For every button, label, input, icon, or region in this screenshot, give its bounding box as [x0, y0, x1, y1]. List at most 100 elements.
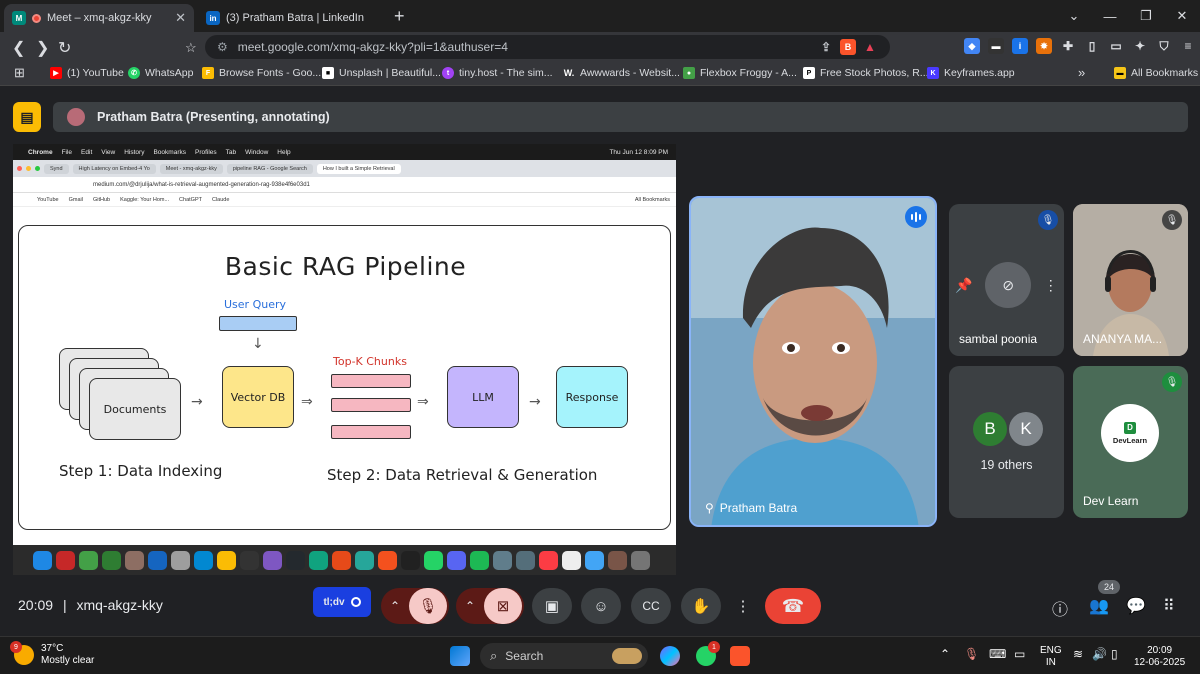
menu-icon[interactable]: ≡ — [1180, 38, 1196, 54]
keyframes-icon: K — [927, 67, 939, 79]
presenter-label: Pratham Batra (Presenting, annotating) — [97, 110, 330, 124]
more-options-icon[interactable]: ⋮ — [1044, 277, 1058, 294]
brave-icon[interactable] — [730, 646, 750, 666]
participant-video — [691, 198, 935, 525]
clock[interactable]: 20:09 12-06-2025 — [1134, 645, 1185, 669]
bookmark-awwwards[interactable]: W. Awwwards - Websit... — [563, 67, 680, 79]
bookmark-whatsapp[interactable]: ✆ WhatsApp — [128, 67, 193, 79]
battery-status-icon[interactable]: ▯ — [1111, 648, 1118, 660]
whatsapp-icon[interactable]: 1 — [696, 641, 720, 666]
extensions-puzzle-icon[interactable]: ✚ — [1060, 38, 1076, 54]
brave-shield-icon[interactable]: B — [840, 39, 856, 55]
vpn-icon[interactable]: ⛉ — [1156, 38, 1172, 54]
camera-control[interactable]: ⌃ ⊠ — [456, 588, 524, 624]
participant-name: ⚲ Pratham Batra — [705, 501, 797, 515]
messages-icon — [79, 550, 98, 570]
tab-meet[interactable]: M Meet – xmq-akgz-kky ✕ — [4, 4, 194, 32]
forward-icon[interactable]: ❯ — [36, 38, 49, 58]
inner-bookmark: YouTube — [37, 196, 59, 203]
mic-in-use-icon[interactable]: 🎙 — [964, 648, 979, 660]
extension-icon[interactable]: ▬ — [988, 38, 1004, 54]
extension-icon[interactable]: ✸ — [1036, 38, 1052, 54]
people-icon[interactable]: 👥 — [1089, 596, 1109, 616]
menu-item: Tab — [225, 148, 237, 156]
new-tab-button[interactable]: + — [394, 6, 405, 27]
wallet-icon[interactable]: ▭ — [1108, 38, 1124, 54]
taskbar-search[interactable]: ⌕ Search — [480, 643, 648, 669]
wifi-icon[interactable]: ≋ — [1073, 648, 1083, 660]
keyboard-icon[interactable]: ⌨ — [989, 648, 1006, 660]
extension-icon[interactable]: i — [1012, 38, 1028, 54]
more-options-icon[interactable]: ⋮ — [728, 588, 758, 624]
bookmark-google-fonts[interactable]: F Browse Fonts - Goo... — [202, 67, 321, 79]
tldv-button[interactable]: tl;dv — [313, 587, 371, 617]
weather-widget[interactable]: 9 37°C Mostly clear — [10, 641, 94, 667]
hide-tile-icon[interactable]: ⊘ — [985, 262, 1032, 308]
inner-tab: How I built a Simple Retrieval — [316, 163, 401, 174]
all-bookmarks-folder[interactable]: ▬ All Bookmarks — [1114, 67, 1198, 79]
mic-off-icon[interactable]: 🎙 — [409, 588, 447, 624]
site-info-icon[interactable]: ⚙ — [217, 40, 228, 54]
chat-icon[interactable]: 💬 — [1126, 596, 1146, 616]
app-icon — [355, 550, 374, 570]
participant-tile[interactable]: 🎙 D DevLearn Dev Learn — [1073, 366, 1188, 518]
mic-off-icon: 🎙 — [1038, 210, 1058, 230]
participant-tile[interactable]: 🎙 📌 ⊘ ⋮ sambal poonia — [949, 204, 1064, 356]
user-query-box — [219, 316, 297, 331]
minimize-icon[interactable]: — — [1092, 9, 1128, 24]
leo-ai-icon[interactable]: ✦ — [1132, 38, 1148, 54]
app-icon — [401, 550, 420, 570]
sidebar-icon[interactable]: ▯ — [1084, 38, 1100, 54]
camera-off-icon[interactable]: ⊠ — [484, 588, 522, 624]
close-window-icon[interactable]: ✕ — [1164, 8, 1200, 24]
participant-tile[interactable]: 🎙 ANANYA MA... — [1073, 204, 1188, 356]
tab-search-icon[interactable]: ⌄ — [1056, 8, 1092, 24]
address-bar[interactable]: ⚙ meet.google.com/xmq-akgz-kky?pli=1&aut… — [205, 35, 890, 59]
safari-icon — [194, 550, 213, 570]
bookmark-unsplash[interactable]: ■ Unsplash | Beautiful... — [322, 67, 441, 79]
share-icon[interactable]: ⇪ — [818, 39, 834, 55]
presentation-icon[interactable]: ▤ — [13, 102, 41, 132]
meeting-details-icon[interactable]: ⓘ — [1052, 596, 1068, 620]
tab-close-icon[interactable]: ✕ — [175, 10, 186, 26]
window-controls: ⌄ — ❐ ✕ — [1056, 0, 1200, 32]
end-call-button[interactable]: ☎ — [765, 588, 821, 624]
tray-overflow-icon[interactable]: ⌃ — [940, 648, 950, 660]
bookmark-tinyhost[interactable]: t tiny.host - The sim... — [442, 67, 553, 79]
chevron-up-icon[interactable]: ⌃ — [381, 599, 409, 613]
bookmark-star-icon[interactable]: ☆ — [185, 40, 197, 56]
bookmark-pexels[interactable]: P Free Stock Photos, R... — [803, 67, 929, 79]
present-button[interactable]: ▣ — [532, 588, 572, 624]
bookmark-youtube[interactable]: ▶ (1) YouTube — [50, 67, 124, 79]
reload-icon[interactable]: ↻ — [58, 38, 71, 58]
weather-icon: 9 — [10, 641, 34, 665]
bookmark-keyframes[interactable]: K Keyframes.app — [927, 67, 1015, 79]
chevron-up-icon[interactable]: ⌃ — [456, 599, 484, 613]
restore-icon[interactable]: ❐ — [1128, 8, 1164, 24]
presenter-banner: Pratham Batra (Presenting, annotating) — [53, 102, 1188, 132]
raise-hand-icon[interactable]: ✋ — [681, 588, 721, 624]
language-indicator[interactable]: ENG IN — [1040, 645, 1062, 669]
captions-icon[interactable]: CC — [631, 588, 671, 624]
emoji-icon[interactable]: ☺ — [581, 588, 621, 624]
more-bookmarks-icon[interactable]: » — [1078, 65, 1085, 80]
bookmark-flexbox-froggy[interactable]: ● Flexbox Froggy - A... — [683, 67, 797, 79]
apps-grid-icon[interactable]: ⊞ — [14, 65, 25, 81]
minimize-dot-icon — [26, 166, 31, 171]
documents-box: Documents — [89, 378, 181, 440]
tab-linkedin[interactable]: in (3) Pratham Batra | LinkedIn — [198, 4, 388, 32]
tab-label: (3) Pratham Batra | LinkedIn — [226, 12, 364, 24]
brave-rewards-icon[interactable]: ▲ — [862, 39, 878, 55]
participant-tile-main[interactable]: ⚲ Pratham Batra — [689, 196, 937, 527]
windows-start-icon[interactable] — [450, 646, 470, 666]
volume-icon[interactable]: 🔊 — [1092, 648, 1107, 660]
mic-control[interactable]: ⌃ 🎙 — [381, 588, 449, 624]
mail-icon — [148, 550, 167, 570]
battery-icon[interactable]: ▭ — [1014, 648, 1025, 660]
extension-icon[interactable]: ◆ — [964, 38, 980, 54]
pin-icon[interactable]: 📌 — [955, 277, 972, 294]
copilot-icon[interactable] — [660, 646, 680, 666]
back-icon[interactable]: ❮ — [12, 38, 25, 58]
others-tile[interactable]: B K 19 others — [949, 366, 1064, 518]
activities-icon[interactable]: ⠿ — [1163, 596, 1175, 616]
